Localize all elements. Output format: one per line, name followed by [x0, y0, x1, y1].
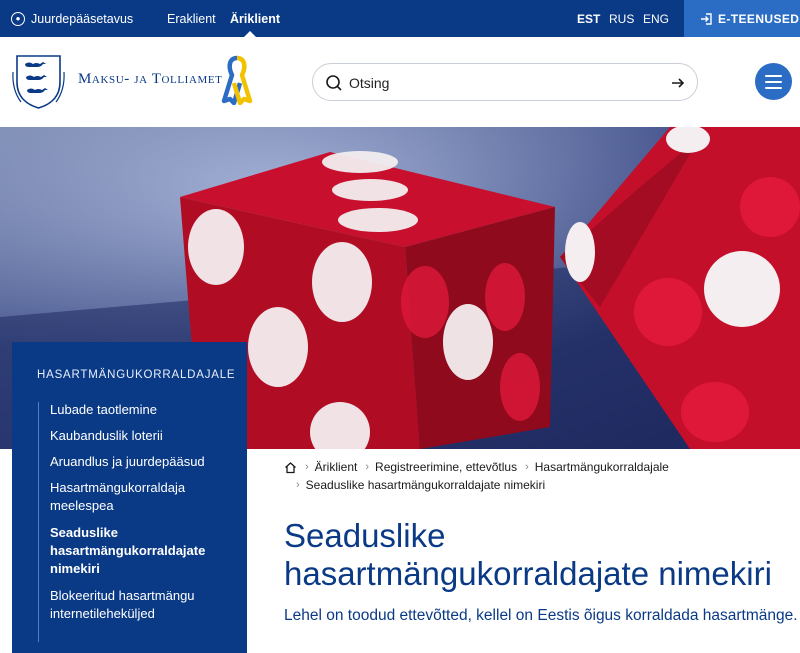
- breadcrumb-link[interactable]: Äriklient: [315, 460, 358, 474]
- accessibility-link[interactable]: ● Juurdepääsetavus: [11, 0, 133, 37]
- search-submit-arrow-icon[interactable]: [669, 74, 687, 92]
- sidebar-item-lottery[interactable]: Kaubanduslik loterii: [50, 427, 230, 445]
- main-menu-button[interactable]: [755, 63, 792, 100]
- accessibility-icon: ●: [11, 11, 25, 26]
- breadcrumb-current: Seaduslike hasartmängukorraldajate nimek…: [305, 478, 546, 492]
- eservices-label: E-TEENUSED: [718, 11, 800, 26]
- chevron-right-icon: ›: [296, 479, 300, 491]
- hamburger-line: [765, 80, 782, 83]
- hamburger-line: [765, 74, 782, 77]
- lang-rus-link[interactable]: RUS: [609, 0, 634, 37]
- home-icon[interactable]: [284, 461, 297, 474]
- chevron-right-icon: ›: [365, 461, 370, 473]
- site-header: Maksu- ja Tolliamet: [0, 37, 800, 127]
- coat-of-arms-icon[interactable]: [11, 52, 66, 110]
- eservices-button[interactable]: E-TEENUSED: [684, 0, 800, 37]
- section-sidebar-nav: HASARTMÄNGUKORRALDAJALE Lubade taotlemin…: [12, 342, 247, 653]
- accessibility-label: Juurdepääsetavus: [31, 11, 134, 26]
- login-icon: [701, 12, 712, 25]
- top-bar: ● Juurdepääsetavus Eraklient Äriklient E…: [0, 0, 800, 37]
- search-box: [312, 63, 698, 101]
- page-lead: Lehel on toodud ettevõtted, kellel on Ee…: [284, 607, 798, 624]
- sidebar-item-blocked-sites[interactable]: Blokeeritud hasartmängu internetilehekül…: [50, 587, 215, 623]
- search-input[interactable]: [349, 72, 649, 94]
- hamburger-line: [765, 86, 782, 89]
- breadcrumb-link[interactable]: Registreerimine, ettevõtlus: [375, 460, 517, 474]
- lang-eng-link[interactable]: ENG: [643, 0, 669, 37]
- chevron-right-icon: ›: [305, 461, 309, 473]
- sidebar-heading[interactable]: HASARTMÄNGUKORRALDAJALE: [37, 369, 235, 381]
- sidebar-rail: [38, 402, 39, 642]
- site-logo-text[interactable]: Maksu- ja Tolliamet: [78, 71, 223, 88]
- audience-private-link[interactable]: Eraklient: [167, 0, 216, 37]
- breadcrumb-row: › Äriklient › Registreerimine, ettevõtlu…: [284, 459, 669, 475]
- sidebar-item-reminder[interactable]: Hasartmängukorraldaja meelespea: [50, 479, 210, 515]
- sidebar-item-reporting[interactable]: Aruandlus ja juurdepääsud: [50, 453, 230, 471]
- search-icon: [326, 75, 342, 91]
- breadcrumb-link[interactable]: Hasartmängukorraldajale: [535, 460, 669, 474]
- chevron-right-icon: ›: [525, 461, 529, 473]
- page-title: Seaduslike hasartmängukorraldajate nimek…: [284, 517, 772, 592]
- ukraine-ribbon-icon: [221, 55, 253, 105]
- sidebar-item-legal-operators[interactable]: Seaduslike hasartmängukorraldajate nimek…: [50, 524, 210, 578]
- breadcrumb-row: › Seaduslike hasartmängukorraldajate nim…: [296, 477, 545, 493]
- sidebar-item-permits[interactable]: Lubade taotlemine: [50, 401, 230, 419]
- lang-est-link[interactable]: EST: [577, 0, 600, 37]
